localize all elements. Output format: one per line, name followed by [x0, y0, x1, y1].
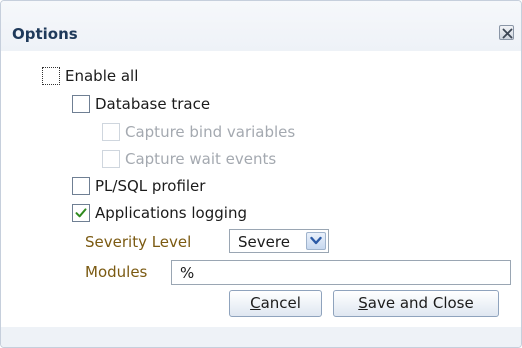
severity-level-select[interactable]: Severe: [229, 229, 329, 253]
capture-bind-variables-checkbox: [102, 123, 120, 141]
checkmark-icon: [75, 208, 87, 218]
save-and-close-button[interactable]: Save and Close: [333, 290, 499, 317]
cancel-label-rest: ancel: [260, 294, 301, 312]
chevron-down-icon: [310, 236, 322, 245]
capture-wait-events-checkbox: [102, 150, 120, 168]
options-dialog: Options Enable all Database trace Captur…: [0, 0, 522, 348]
plsql-profiler-option[interactable]: PL/SQL profiler: [72, 175, 205, 197]
enable-all-label: Enable all: [65, 67, 139, 85]
capture-wait-events-option: Capture wait events: [102, 148, 276, 170]
modules-label: Modules: [85, 263, 148, 281]
modules-value: %: [180, 264, 195, 282]
capture-bind-variables-option: Capture bind variables: [102, 121, 295, 143]
enable-all-option[interactable]: Enable all: [42, 65, 138, 87]
database-trace-checkbox[interactable]: [72, 95, 90, 113]
close-icon: [502, 28, 513, 39]
severity-dropdown-button[interactable]: [306, 232, 326, 250]
save-mnemonic: S: [358, 294, 368, 312]
severity-level-label: Severity Level: [85, 233, 192, 251]
cancel-mnemonic: C: [250, 294, 261, 312]
plsql-profiler-checkbox[interactable]: [72, 177, 90, 195]
dialog-footer: [1, 327, 521, 347]
plsql-profiler-label: PL/SQL profiler: [95, 177, 206, 195]
applications-logging-checkbox[interactable]: [72, 204, 90, 222]
applications-logging-label: Applications logging: [95, 204, 247, 222]
enable-all-checkbox[interactable]: [42, 67, 60, 85]
close-button[interactable]: [499, 25, 514, 40]
database-trace-label: Database trace: [95, 95, 211, 113]
severity-level-value: Severe: [238, 233, 290, 251]
applications-logging-option[interactable]: Applications logging: [72, 202, 247, 224]
modules-input[interactable]: %: [171, 260, 511, 285]
dialog-title: Options: [12, 25, 78, 43]
cancel-button[interactable]: Cancel: [229, 290, 322, 317]
database-trace-option[interactable]: Database trace: [72, 93, 210, 115]
capture-bind-variables-label: Capture bind variables: [125, 123, 296, 141]
capture-wait-events-label: Capture wait events: [125, 150, 277, 168]
dialog-title-bar: Options: [1, 1, 521, 51]
save-label-rest: ave and Close: [367, 294, 474, 312]
